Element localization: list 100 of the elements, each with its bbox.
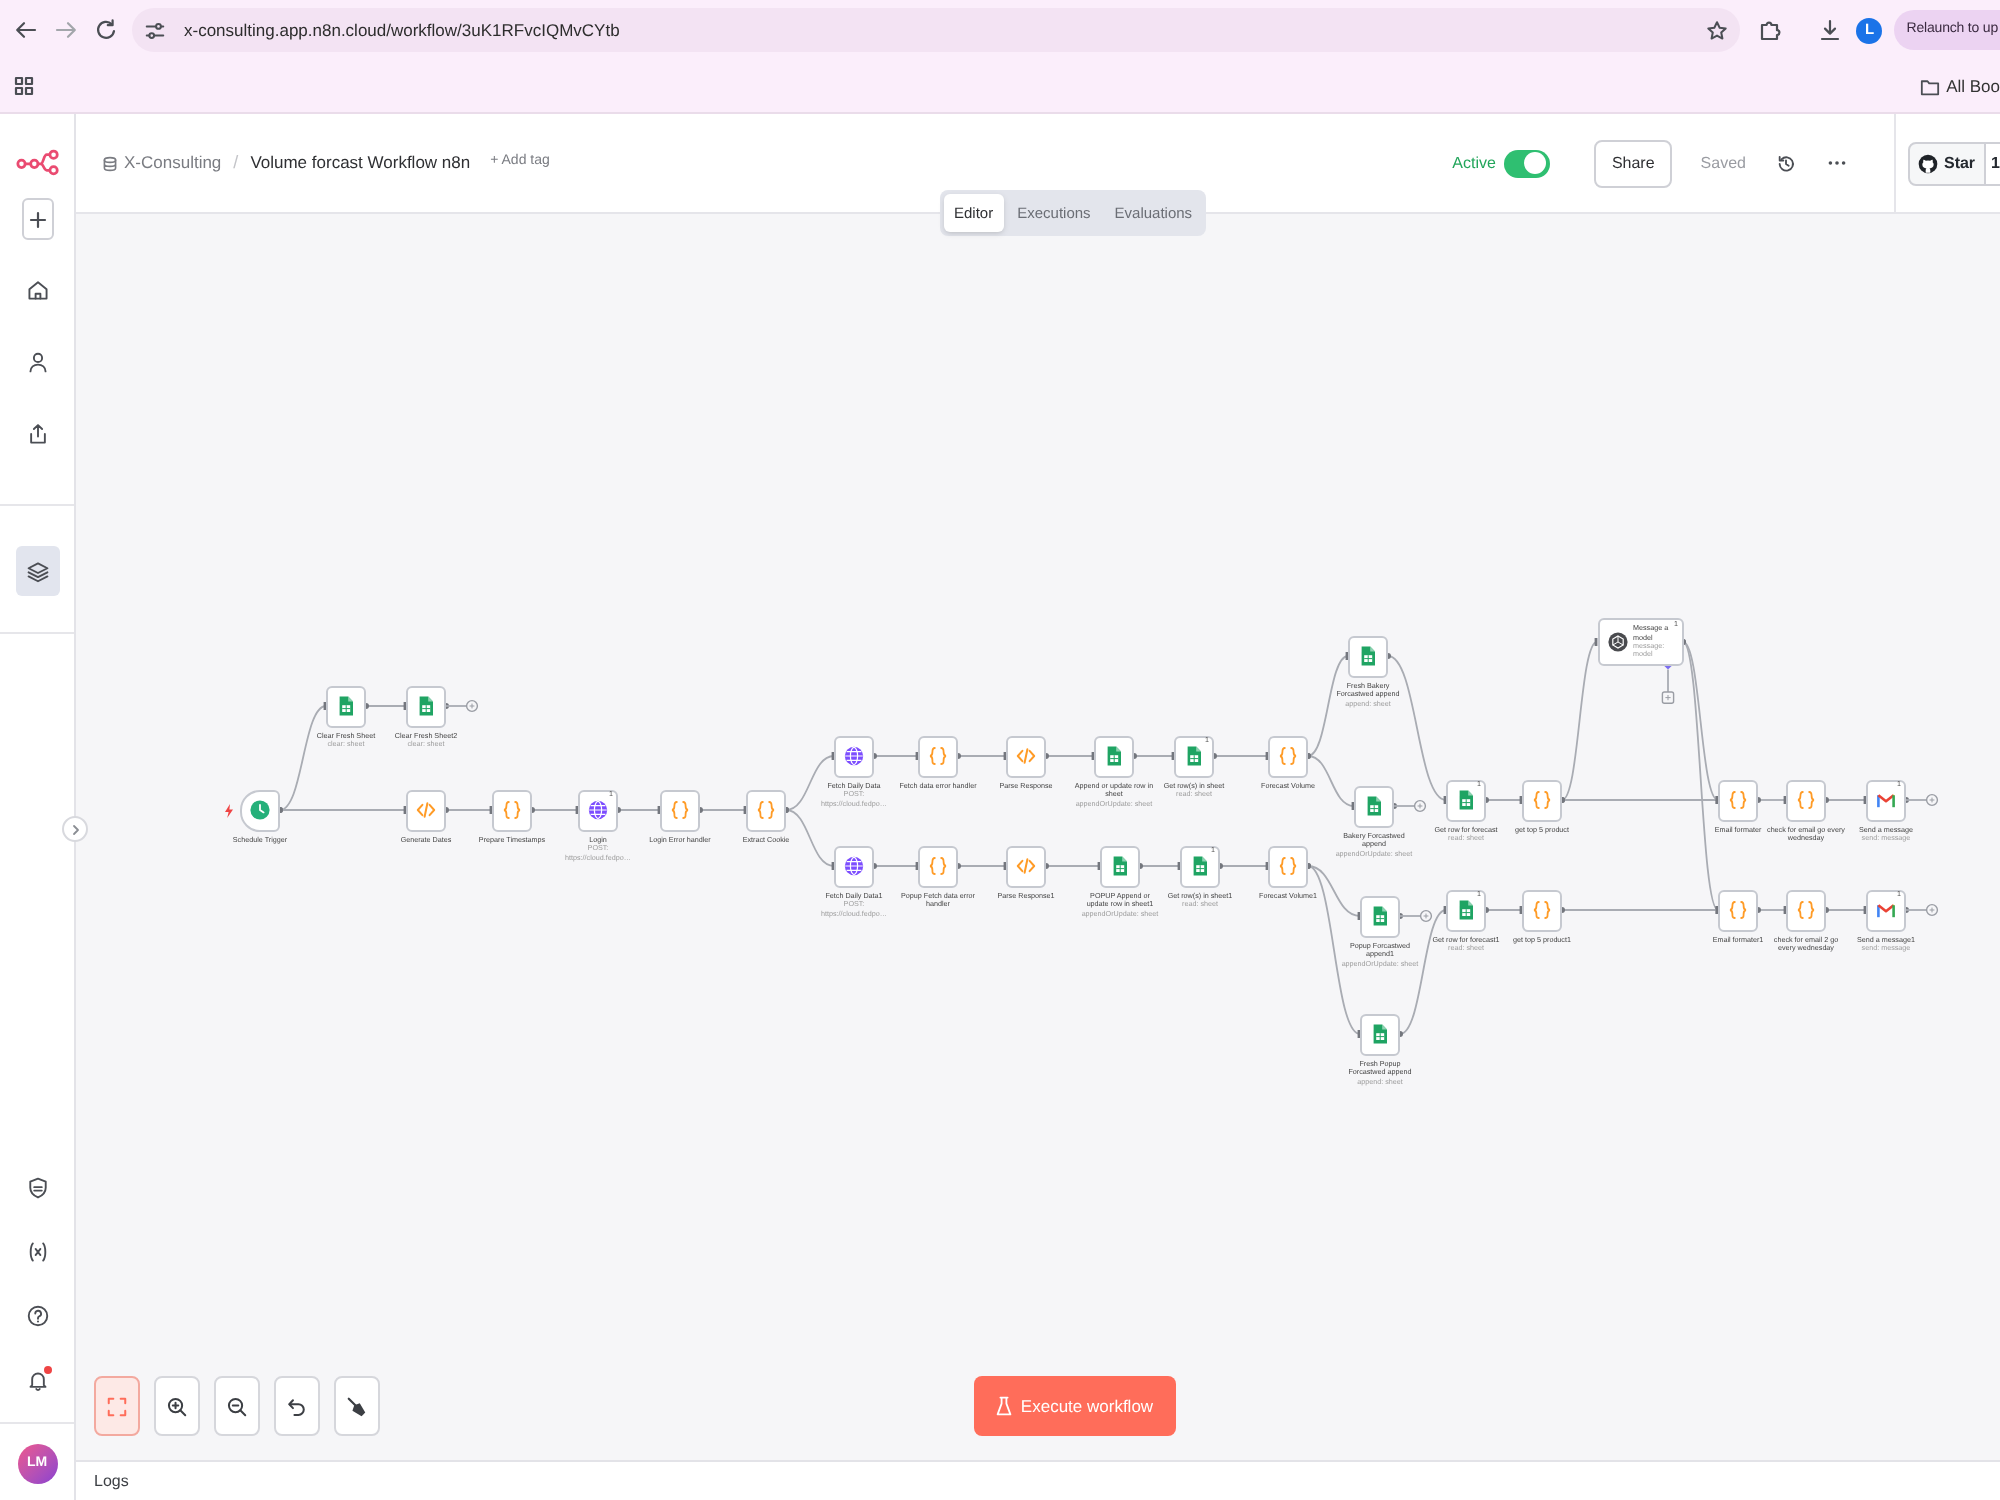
zoom-in-icon <box>166 1395 188 1417</box>
workflow-node[interactable] <box>834 735 874 777</box>
workflow-node[interactable] <box>1718 889 1758 931</box>
braces-icon <box>756 800 776 820</box>
braces-icon <box>670 800 690 820</box>
help-icon <box>25 1304 49 1328</box>
workflow-node[interactable] <box>1786 889 1826 931</box>
workflow-node[interactable] <box>1522 779 1562 821</box>
globe-icon <box>844 746 864 766</box>
tool-connector[interactable] <box>1661 662 1675 704</box>
workflow-name[interactable]: Volume forcast Workflow n8n <box>250 150 471 176</box>
code-icon <box>416 800 436 820</box>
add-button[interactable] <box>21 198 53 240</box>
braces-icon <box>1532 900 1552 920</box>
github-star-button[interactable]: Star <box>1907 141 1986 185</box>
spreadsheet-icon <box>416 696 436 716</box>
workflow-node[interactable] <box>1268 735 1308 777</box>
workflow-node[interactable] <box>1006 735 1046 777</box>
forward-icon[interactable] <box>54 18 78 42</box>
project-breadcrumb[interactable]: X-Consulting <box>102 150 222 176</box>
apps-grid-icon[interactable] <box>14 76 34 96</box>
spreadsheet-icon <box>336 696 356 716</box>
address-field[interactable]: x-consulting.app.n8n.cloud/workflow/3uK1RFvcIQMvCYtb <box>132 8 1740 52</box>
bell-icon <box>25 1368 49 1392</box>
fit-view-icon <box>106 1395 128 1417</box>
workflow-node[interactable] <box>1786 779 1826 821</box>
braces-icon <box>1532 790 1552 810</box>
spreadsheet-icon <box>1364 796 1384 816</box>
zoom-in-button[interactable] <box>154 1376 200 1436</box>
mail-logo-icon <box>1876 900 1896 920</box>
zoom-out-icon <box>226 1395 248 1417</box>
tidy-up-button[interactable] <box>334 1376 380 1436</box>
bookmark-star-icon[interactable] <box>1706 19 1728 41</box>
spreadsheet-icon <box>1104 746 1124 766</box>
workflow-node[interactable] <box>834 845 874 887</box>
workflow-node[interactable] <box>326 685 366 727</box>
logs-label[interactable]: Logs <box>94 1469 129 1493</box>
site-settings-icon[interactable] <box>144 19 166 41</box>
workflow-node[interactable] <box>1006 845 1046 887</box>
workflow-node[interactable] <box>1354 785 1394 827</box>
spreadsheet-icon <box>1184 746 1204 766</box>
workflow-node[interactable] <box>1268 845 1308 887</box>
spreadsheet-icon <box>1456 900 1476 920</box>
more-icon <box>1828 160 1847 166</box>
bookmark-folder[interactable]: All Boo <box>1920 73 2000 99</box>
workflow-node[interactable] <box>406 789 446 831</box>
braces-icon <box>1728 790 1748 810</box>
history-button[interactable] <box>1773 151 1798 175</box>
plus-icon <box>27 209 47 229</box>
collapse-sidebar-button[interactable] <box>62 816 88 842</box>
zoom-out-button[interactable] <box>214 1376 260 1436</box>
workflow-node[interactable] <box>240 789 280 831</box>
folder-icon <box>1920 77 1941 95</box>
ai-logo-icon <box>1607 632 1627 652</box>
spreadsheet-icon <box>1110 856 1130 876</box>
workflow-node[interactable] <box>406 685 446 727</box>
braces-icon <box>928 746 948 766</box>
fit-view-button[interactable] <box>94 1376 140 1436</box>
workflow-node[interactable] <box>1348 635 1388 677</box>
workflow-node[interactable] <box>1360 895 1400 937</box>
reload-icon[interactable] <box>94 18 118 42</box>
variables-icon <box>25 1240 49 1264</box>
workflow-node[interactable] <box>492 789 532 831</box>
braces-icon <box>928 856 948 876</box>
workflow-node[interactable] <box>746 789 786 831</box>
workflow-node[interactable] <box>918 735 958 777</box>
clock-icon <box>250 800 270 820</box>
chevron-right-icon <box>69 823 81 835</box>
workflow-node[interactable] <box>918 845 958 887</box>
share-icon <box>25 422 49 446</box>
workflow-node[interactable] <box>660 789 700 831</box>
download-icon[interactable] <box>1818 18 1843 42</box>
globe-icon <box>588 800 608 820</box>
workflow-node[interactable] <box>1094 735 1134 777</box>
logo-icon[interactable] <box>15 146 59 178</box>
undo-button[interactable] <box>274 1376 320 1436</box>
share-button[interactable]: Share <box>1593 139 1673 187</box>
code-icon <box>1016 856 1036 876</box>
code-icon <box>1016 746 1036 766</box>
spreadsheet-icon <box>1190 856 1210 876</box>
back-icon[interactable] <box>14 18 38 42</box>
flask-icon <box>996 1396 1013 1416</box>
active-toggle[interactable] <box>1503 149 1550 177</box>
spreadsheet-icon <box>1358 646 1378 666</box>
spreadsheet-icon <box>1370 1024 1390 1044</box>
braces-icon <box>1796 790 1816 810</box>
workflow-node[interactable] <box>1522 889 1562 931</box>
spreadsheet-icon <box>1370 906 1390 926</box>
shield-icon <box>25 1176 49 1200</box>
history-icon <box>1775 153 1796 173</box>
project-icon <box>102 155 118 171</box>
workflow-node[interactable] <box>1360 1013 1400 1055</box>
extensions-icon[interactable] <box>1758 18 1783 42</box>
active-label: Active <box>1452 151 1496 175</box>
workflow-node[interactable] <box>1100 845 1140 887</box>
braces-icon <box>1278 856 1298 876</box>
broom-icon <box>346 1395 368 1417</box>
projects-button[interactable] <box>15 546 59 596</box>
workflow-node[interactable] <box>1718 779 1758 821</box>
github-icon <box>1917 153 1938 173</box>
